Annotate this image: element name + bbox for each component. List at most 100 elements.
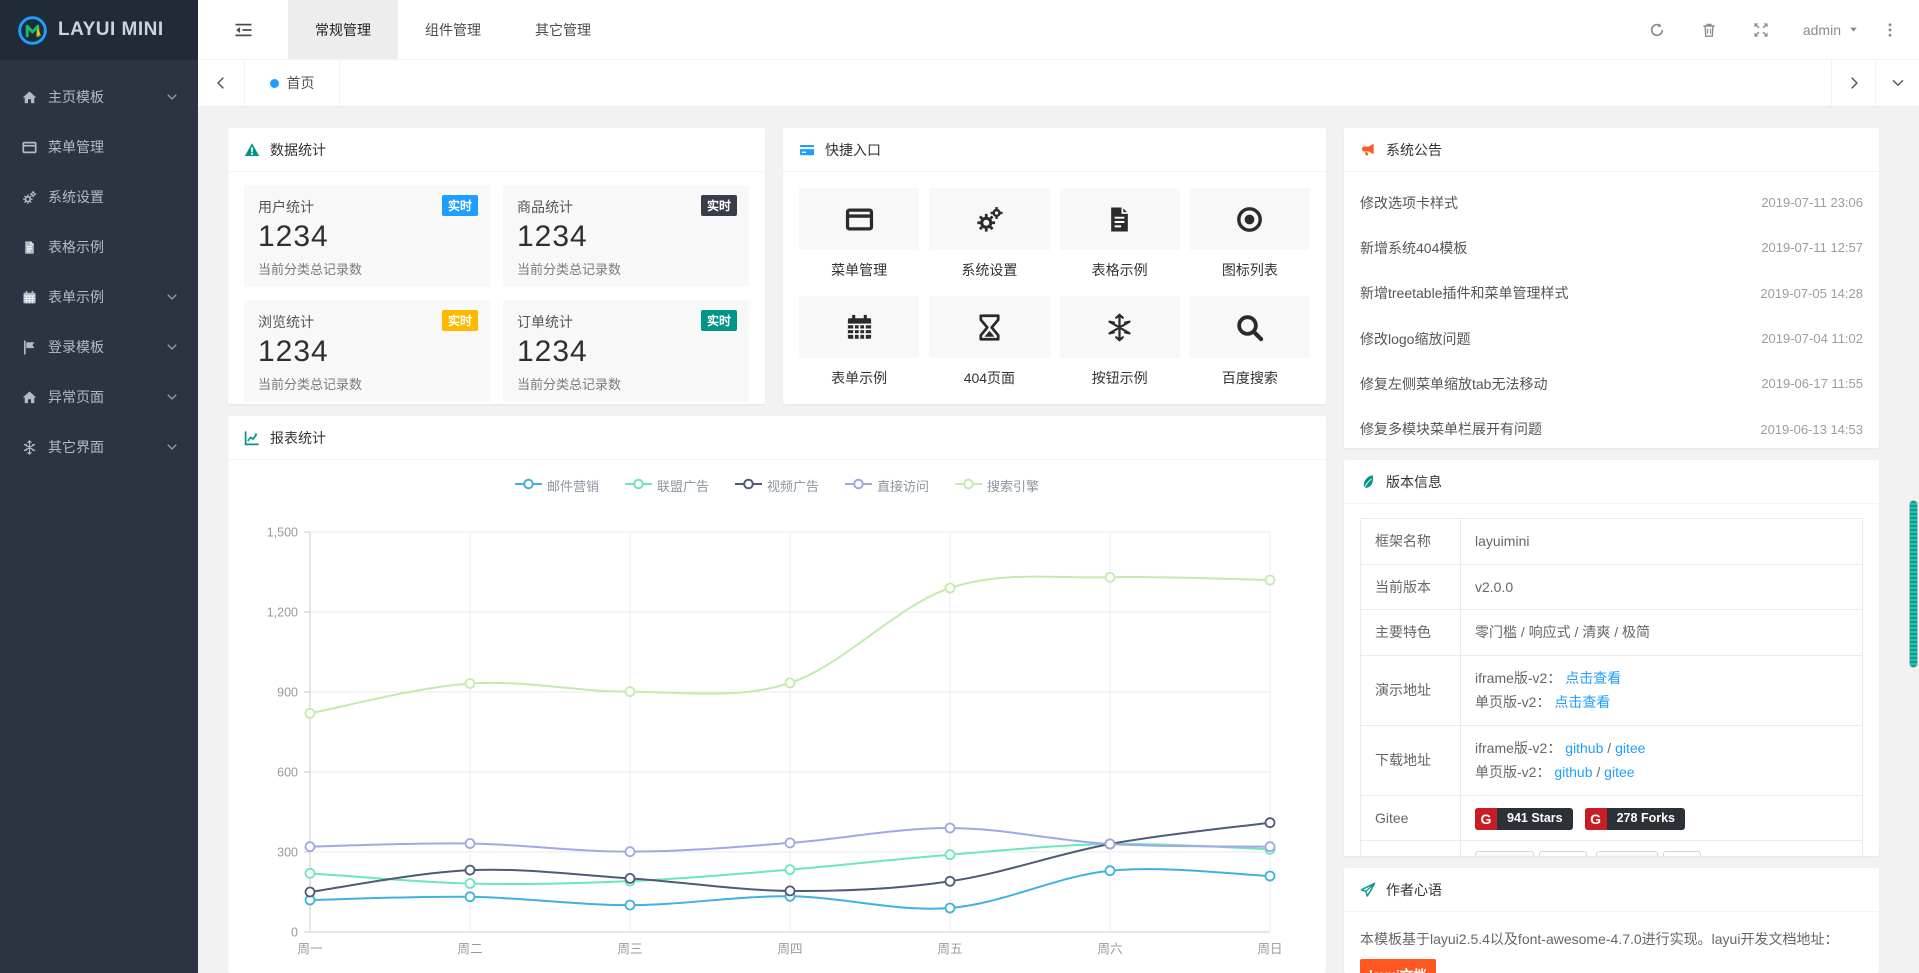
sidebar-item-菜单管理[interactable]: 菜单管理 bbox=[0, 122, 198, 172]
tab-scroll-left-button[interactable] bbox=[198, 60, 244, 106]
user-menu[interactable]: admin bbox=[1787, 22, 1875, 38]
svg-text:600: 600 bbox=[277, 766, 298, 780]
sidebar-item-系统设置[interactable]: 系统设置 bbox=[0, 172, 198, 222]
trash-icon bbox=[1701, 22, 1717, 38]
version-row-label: Github bbox=[1361, 841, 1461, 857]
line-chart: 03006009001,2001,500周一周二周三周四周五周六周日 bbox=[228, 501, 1326, 971]
top-nav-item[interactable]: 常规管理 bbox=[288, 0, 398, 59]
expand-icon bbox=[1753, 22, 1769, 38]
legend-item-视频广告[interactable]: 视频广告 bbox=[735, 476, 819, 495]
gitee-badge[interactable]: G278 Forks bbox=[1585, 808, 1685, 830]
link-点击查看[interactable]: 点击查看 bbox=[1565, 670, 1621, 686]
svg-text:900: 900 bbox=[277, 686, 298, 700]
paper-plane-icon bbox=[1360, 882, 1376, 898]
sidebar-item-label: 其它界面 bbox=[48, 437, 166, 457]
link-github[interactable]: github bbox=[1554, 764, 1592, 780]
stat-card-desc: 当前分类总记录数 bbox=[258, 259, 476, 278]
github-star-button[interactable]: Star bbox=[1475, 851, 1534, 856]
refresh-button[interactable] bbox=[1631, 0, 1683, 59]
sidebar-item-表单示例[interactable]: 表单示例 bbox=[0, 272, 198, 322]
version-row-value: layuimini bbox=[1461, 519, 1863, 565]
legend-item-直接访问[interactable]: 直接访问 bbox=[845, 476, 929, 495]
notice-text: 修复左侧菜单缩放tab无法移动 bbox=[1360, 374, 1547, 394]
tab-options-button[interactable] bbox=[1875, 60, 1919, 106]
panel-header: 快捷入口 bbox=[783, 128, 1326, 172]
svg-text:300: 300 bbox=[277, 846, 298, 860]
panel-system-notice: 系统公告 修改选项卡样式2019-07-11 23:06新增系统404模板201… bbox=[1344, 128, 1879, 448]
notice-item: 新增treetable插件和菜单管理样式2019-07-05 14:28 bbox=[1360, 271, 1863, 316]
line-chart-icon bbox=[244, 430, 260, 446]
sidebar-item-登录模板[interactable]: 登录模板 bbox=[0, 322, 198, 372]
notice-item: 修复左侧菜单缩放tab无法移动2019-06-17 11:55 bbox=[1360, 361, 1863, 406]
gitee-badge[interactable]: G941 Stars bbox=[1475, 808, 1573, 830]
topbar-actions: admin bbox=[1631, 0, 1919, 59]
snowflake-icon bbox=[1105, 313, 1134, 342]
tab-scroll-right-button[interactable] bbox=[1831, 60, 1875, 106]
legend-label: 搜索引擎 bbox=[987, 476, 1039, 495]
content: 数据统计 用户统计实时1234当前分类总记录数商品统计实时1234当前分类总记录… bbox=[198, 107, 1919, 973]
quick-entry-菜单管理[interactable]: 菜单管理 bbox=[799, 188, 919, 284]
realtime-badge: 实时 bbox=[701, 195, 737, 216]
link-gitee[interactable]: gitee bbox=[1604, 764, 1634, 780]
page-scrollbar-thumb[interactable] bbox=[1909, 500, 1918, 668]
notice-item: 修改logo缩放问题2019-07-04 11:02 bbox=[1360, 316, 1863, 361]
more-menu-button[interactable] bbox=[1875, 0, 1905, 59]
chevron-down-icon bbox=[1891, 76, 1905, 90]
sidebar-item-表格示例[interactable]: 表格示例 bbox=[0, 222, 198, 272]
notice-item: 修改选项卡样式2019-07-11 23:06 bbox=[1360, 180, 1863, 225]
chevron-down-icon bbox=[166, 291, 178, 303]
legend-item-邮件营销[interactable]: 邮件营销 bbox=[515, 476, 599, 495]
quick-entry-iconbox bbox=[929, 188, 1049, 250]
sidebar-item-主页模板[interactable]: 主页模板 bbox=[0, 72, 198, 122]
sidebar: LAYUI MINI 主页模板菜单管理系统设置表格示例表单示例登录模板异常页面其… bbox=[0, 0, 198, 973]
stat-card-desc: 当前分类总记录数 bbox=[517, 374, 735, 393]
svg-text:周六: 周六 bbox=[1097, 942, 1122, 956]
top-nav-item[interactable]: 其它管理 bbox=[508, 0, 618, 59]
quick-entry-系统设置[interactable]: 系统设置 bbox=[929, 188, 1049, 284]
top-nav-item[interactable]: 组件管理 bbox=[398, 0, 508, 59]
quick-entry-按钮示例[interactable]: 按钮示例 bbox=[1060, 296, 1180, 392]
legend-item-搜索引擎[interactable]: 搜索引擎 bbox=[955, 476, 1039, 495]
quick-entry-图标列表[interactable]: 图标列表 bbox=[1190, 188, 1310, 284]
link-github[interactable]: github bbox=[1565, 740, 1603, 756]
gitee-badge-text: 941 Stars bbox=[1497, 808, 1573, 830]
active-tab-dot bbox=[270, 79, 279, 88]
panel-header: 系统公告 bbox=[1344, 128, 1879, 172]
gitee-logo-icon: G bbox=[1475, 808, 1497, 830]
tab-首页[interactable]: 首页 bbox=[244, 60, 340, 106]
quick-entry-label: 菜单管理 bbox=[799, 260, 919, 280]
panel-title: 快捷入口 bbox=[825, 140, 881, 160]
username: admin bbox=[1803, 22, 1841, 38]
warning-triangle-icon bbox=[244, 142, 260, 158]
version-link-line: 单页版-v2： github / gitee bbox=[1475, 760, 1848, 785]
stat-card-value: 1234 bbox=[258, 220, 476, 254]
quick-entry-label: 404页面 bbox=[929, 368, 1049, 388]
link-gitee[interactable]: gitee bbox=[1615, 740, 1645, 756]
quick-entry-label: 系统设置 bbox=[929, 260, 1049, 280]
author-body: 本模板基于layui2.5.4以及font-awesome-4.7.0进行实现。… bbox=[1344, 912, 1879, 973]
fullscreen-button[interactable] bbox=[1735, 0, 1787, 59]
github-fork-count[interactable]: 440 bbox=[1663, 851, 1701, 856]
quick-entry-百度搜索[interactable]: 百度搜索 bbox=[1190, 296, 1310, 392]
version-row-框架名称: 框架名称layuimini bbox=[1361, 519, 1863, 565]
panel-title: 作者心语 bbox=[1386, 880, 1442, 900]
sidebar-toggle-button[interactable] bbox=[198, 0, 288, 59]
github-star-count[interactable]: 1,419 bbox=[1539, 851, 1587, 856]
version-row-label: 当前版本 bbox=[1361, 564, 1461, 610]
quick-entry-表单示例[interactable]: 表单示例 bbox=[799, 296, 919, 392]
sidebar-item-异常页面[interactable]: 异常页面 bbox=[0, 372, 198, 422]
more-vertical-icon bbox=[1882, 22, 1898, 38]
legend-item-联盟广告[interactable]: 联盟广告 bbox=[625, 476, 709, 495]
quick-entry-表格示例[interactable]: 表格示例 bbox=[1060, 188, 1180, 284]
layui-doc-badge[interactable]: layui文档 bbox=[1360, 959, 1436, 973]
tab-label: 首页 bbox=[287, 73, 315, 93]
sidebar-item-其它界面[interactable]: 其它界面 bbox=[0, 422, 198, 472]
link-点击查看[interactable]: 点击查看 bbox=[1554, 694, 1610, 710]
version-link-line: iframe版-v2： 点击查看 bbox=[1475, 666, 1848, 691]
version-row-label: 框架名称 bbox=[1361, 519, 1461, 565]
clear-cache-button[interactable] bbox=[1683, 0, 1735, 59]
version-row-value: 零门槛 / 响应式 / 清爽 / 极简 bbox=[1461, 610, 1863, 656]
quick-entry-404页面[interactable]: 404页面 bbox=[929, 296, 1049, 392]
github-fork-button[interactable]: Fork bbox=[1596, 851, 1658, 856]
card-icon bbox=[799, 142, 815, 158]
